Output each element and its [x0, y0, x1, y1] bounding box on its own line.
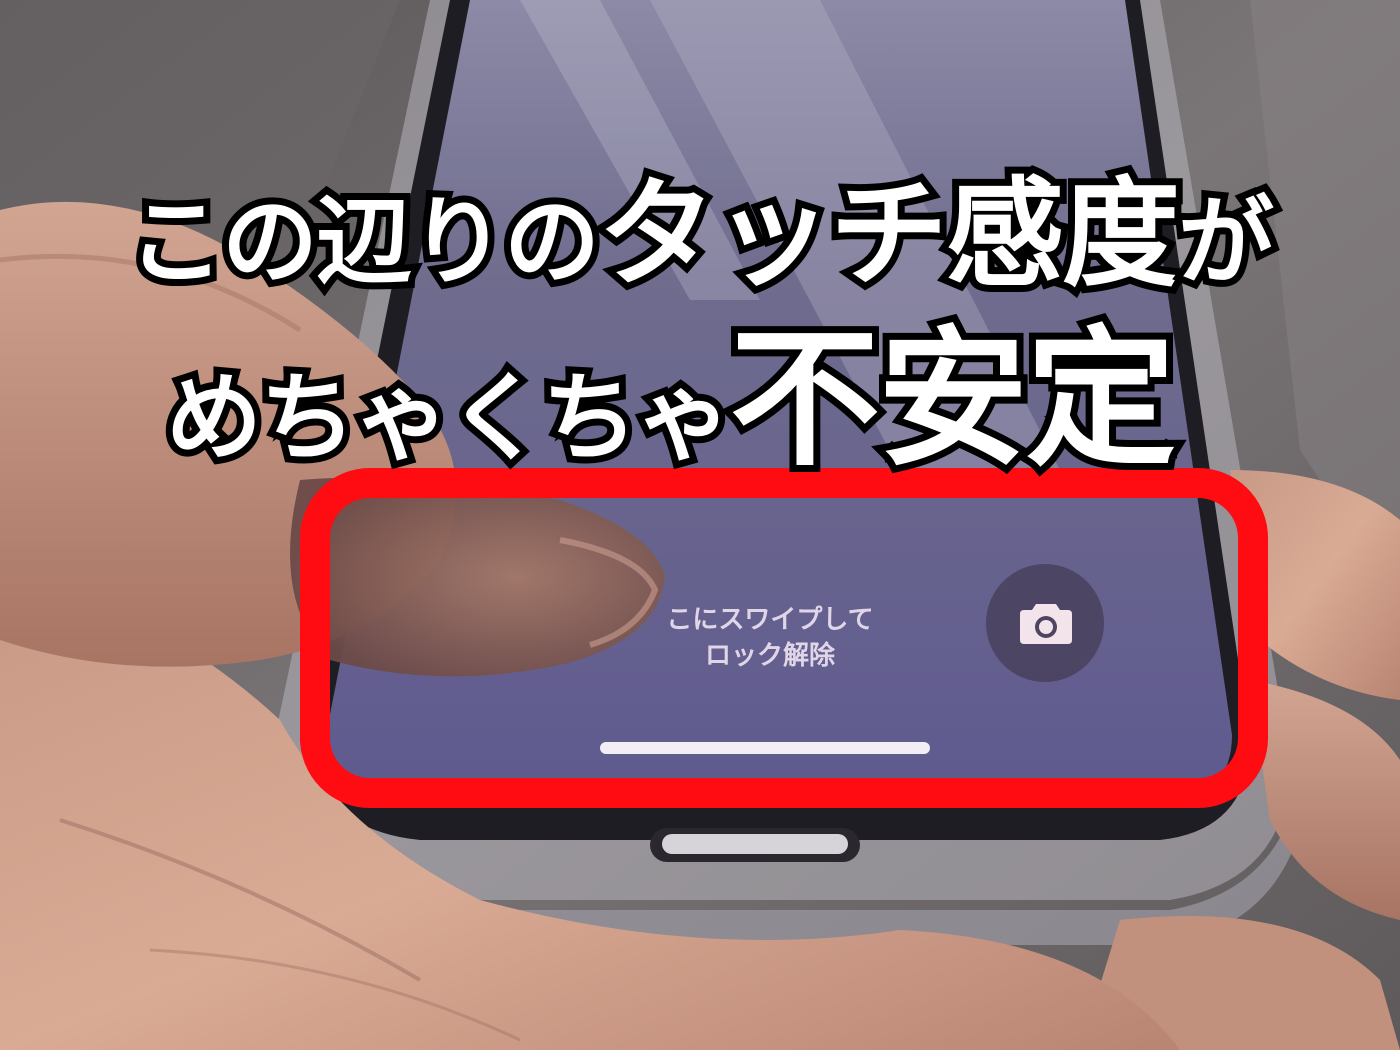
- caption-line2-part2: 不安定: [723, 306, 1183, 494]
- caption-line2: めちゃくちゃ不安定: [40, 278, 1300, 495]
- caption-line2-part1: めちゃくちゃ: [159, 355, 739, 481]
- highlight-frame: [300, 468, 1268, 808]
- photo-scene: こにスワイプして ロック解除 この辺りのタッチ感度が めちゃくちゃ不安定: [0, 0, 1400, 1050]
